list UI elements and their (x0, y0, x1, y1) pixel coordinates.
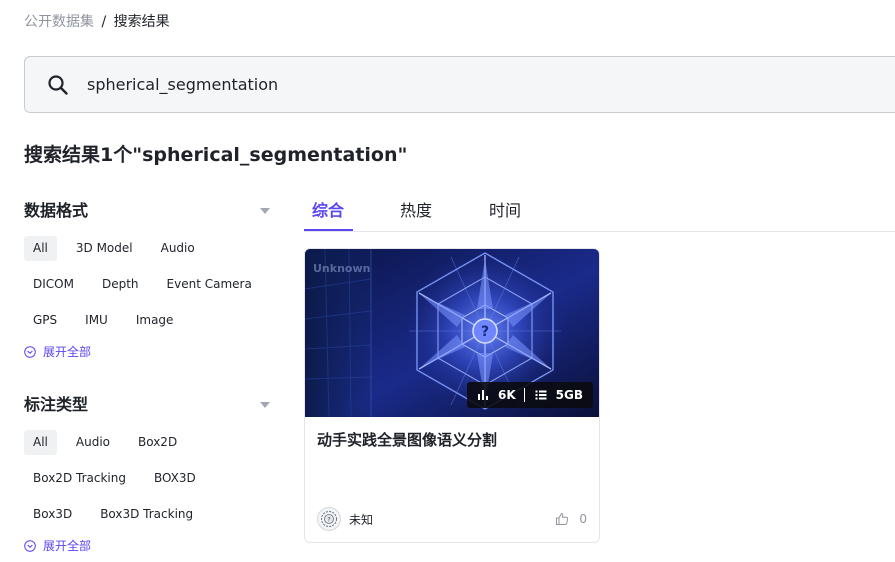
like-button[interactable]: 0 (555, 512, 587, 526)
chip-annotation-all[interactable]: All (24, 430, 57, 455)
filter-annotation-type-title: 标注类型 (24, 395, 89, 414)
search-box[interactable] (24, 56, 895, 113)
chip-row: All 3D Model Audio (24, 236, 274, 261)
chip-format-all[interactable]: All (24, 236, 57, 261)
author-name: 未知 (349, 512, 374, 527)
like-count: 0 (579, 512, 587, 526)
chip-row: Box3D Box3D Tracking (24, 502, 274, 527)
chip-annotation-box3d-upper[interactable]: BOX3D (145, 466, 205, 491)
chip-format-image[interactable]: Image (127, 308, 183, 333)
chip-format-3d-model[interactable]: 3D Model (67, 236, 142, 261)
breadcrumb-public-datasets-link[interactable]: 公开数据集 (24, 14, 94, 30)
dataset-title[interactable]: 动手实践全景图像语义分割 (317, 429, 497, 450)
results-title: 搜索结果1个"spherical_segmentation" (24, 144, 408, 166)
chevron-down-circle-icon (24, 539, 36, 552)
chevron-down-circle-icon (24, 345, 36, 358)
tab-time[interactable]: 时间 (489, 200, 521, 222)
chip-format-dicom[interactable]: DICOM (24, 272, 83, 297)
unknown-user-icon: ? (321, 511, 337, 527)
chip-row: DICOM Depth Event Camera (24, 272, 274, 297)
search-icon[interactable] (47, 74, 69, 96)
dataset-card[interactable]: ? Unknown 6K 5GB 动手实践全景图像语义分割 ? 未知 0 (304, 248, 600, 543)
caret-down-icon[interactable] (260, 208, 270, 214)
filter-data-format-header[interactable]: 数据格式 (24, 200, 274, 222)
cover-watermark: Unknown (313, 262, 371, 275)
caret-down-icon[interactable] (260, 402, 270, 408)
chip-format-audio[interactable]: Audio (152, 236, 204, 261)
tab-popularity[interactable]: 热度 (400, 200, 432, 222)
thumbs-up-icon[interactable] (555, 512, 569, 526)
chip-annotation-box3d-tracking[interactable]: Box3D Tracking (91, 502, 202, 527)
list-icon (535, 390, 547, 400)
chip-row: All Audio Box2D (24, 430, 274, 455)
svg-text:?: ? (327, 517, 330, 524)
chip-row: Box2D Tracking BOX3D (24, 466, 274, 491)
dataset-cover-image: ? Unknown 6K 5GB (305, 249, 599, 417)
avatar: ? (317, 507, 341, 531)
sort-tabs: 综合 热度 时间 (304, 198, 895, 232)
breadcrumb-separator: / (101, 14, 107, 30)
breadcrumb: 公开数据集 / 搜索结果 (24, 13, 170, 31)
chip-annotation-box3d[interactable]: Box3D (24, 502, 81, 527)
breadcrumb-current: 搜索结果 (113, 14, 170, 30)
filter-data-format: 数据格式 All 3D Model Audio DICOM Depth Even… (24, 200, 274, 360)
dataset-stats-badge: 6K 5GB (466, 382, 593, 408)
active-tab-indicator (304, 229, 353, 231)
expand-all-label: 展开全部 (43, 539, 92, 553)
chip-annotation-box2d[interactable]: Box2D (129, 430, 186, 455)
expand-all-label: 展开全部 (43, 345, 92, 359)
svg-text:?: ? (481, 324, 489, 340)
expand-all-data-format[interactable]: 展开全部 (24, 343, 274, 360)
chip-format-imu[interactable]: IMU (76, 308, 117, 333)
expand-all-annotation-type[interactable]: 展开全部 (24, 537, 274, 554)
filter-annotation-type-header[interactable]: 标注类型 (24, 394, 274, 416)
chip-format-gps[interactable]: GPS (24, 308, 66, 333)
chip-annotation-box2d-tracking[interactable]: Box2D Tracking (24, 466, 135, 491)
views-count: 6K (497, 388, 516, 402)
bar-chart-icon (477, 390, 488, 400)
filter-data-format-title: 数据格式 (24, 201, 89, 220)
stats-divider (523, 388, 525, 402)
dataset-size: 5GB (555, 388, 583, 402)
filter-annotation-type: 标注类型 All Audio Box2D Box2D Tracking BOX3… (24, 394, 274, 554)
tab-comprehensive[interactable]: 综合 (312, 200, 344, 222)
card-footer: ? 未知 0 (317, 507, 587, 531)
chip-row: GPS IMU Image (24, 308, 274, 333)
chip-annotation-audio[interactable]: Audio (67, 430, 119, 455)
chip-format-event-camera[interactable]: Event Camera (158, 272, 261, 297)
chip-format-depth[interactable]: Depth (93, 272, 148, 297)
search-input[interactable] (87, 57, 867, 112)
